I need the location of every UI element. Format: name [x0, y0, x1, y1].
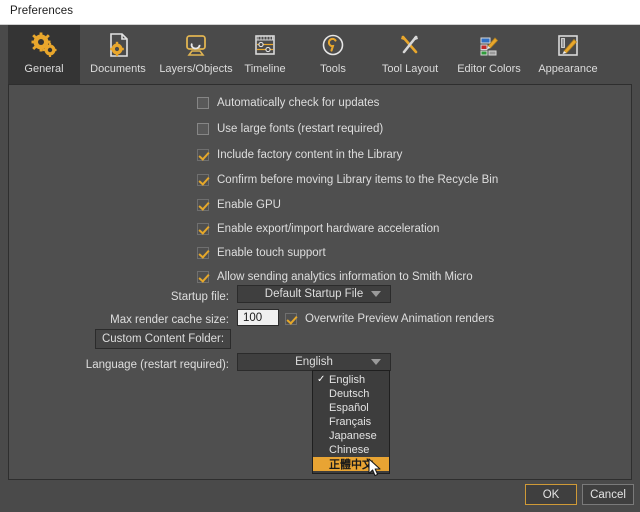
tab-appearance[interactable]: Appearance [530, 25, 606, 84]
language-label: Language (restart required): [85, 359, 229, 371]
checkbox-overwrite-preview[interactable] [285, 313, 297, 325]
checkbox-large-fonts[interactable] [197, 123, 209, 135]
cancel-button-label: Cancel [590, 488, 626, 501]
chevron-down-icon [371, 359, 381, 365]
dropdown-option-english[interactable]: English [313, 373, 389, 387]
checkbox-label: Enable touch support [217, 247, 326, 259]
checkbox-row-touch-support[interactable]: Enable touch support [197, 245, 326, 261]
dropdown-option-espanol[interactable]: Español [313, 401, 389, 415]
tab-label: General [24, 63, 64, 75]
document-gear-icon [103, 31, 133, 60]
dropdown-option-label: Français [329, 416, 372, 428]
dropdown-option-deutsch[interactable]: Deutsch [313, 387, 389, 401]
checkbox-row-factory-content[interactable]: Include factory content in the Library [197, 147, 402, 163]
ok-button-label: OK [542, 488, 560, 501]
checkbox-hw-accel[interactable] [197, 223, 209, 235]
checkbox-row-auto-update[interactable]: Automatically check for updates [197, 95, 379, 111]
dropdown-option-label: 正體中文 [329, 459, 373, 471]
tab-timeline[interactable]: Timeline [236, 25, 294, 84]
cancel-button[interactable]: Cancel [582, 484, 634, 505]
wrench-circle-icon [318, 31, 348, 60]
tab-label: Tool Layout [381, 63, 439, 75]
tab-label: Timeline [244, 63, 286, 75]
checkbox-analytics[interactable] [197, 271, 209, 283]
checkbox-touch-support[interactable] [197, 247, 209, 259]
dropdown-option-label: Japanese [329, 430, 377, 442]
dropdown-option-chinese[interactable]: Chinese [313, 443, 389, 457]
tab-label: Editor Colors [457, 63, 521, 75]
dropdown-option-label: English [329, 374, 366, 386]
ok-button[interactable]: OK [525, 484, 577, 505]
checkbox-row-overwrite-preview[interactable]: Overwrite Preview Animation renders [285, 311, 494, 327]
custom-content-folder-button[interactable]: Custom Content Folder: [95, 329, 231, 349]
tab-label: Appearance [538, 63, 598, 75]
checkbox-enable-gpu[interactable] [197, 199, 209, 211]
window-title: Preferences [10, 5, 74, 17]
startup-file-combo[interactable]: Default Startup File [237, 285, 391, 303]
preferences-tabstrip: General Documents Layers/Objects Timelin… [0, 25, 640, 84]
preferences-window: Preferences General Documents Layers/Obj… [0, 0, 640, 512]
checkbox-label: Enable export/import hardware accelerati… [217, 223, 440, 235]
checkbox-row-confirm-recycle[interactable]: Confirm before moving Library items to t… [197, 172, 498, 188]
checkbox-label: Use large fonts (restart required) [217, 123, 384, 135]
checkbox-label: Allow sending analytics information to S… [217, 271, 473, 283]
tab-editor-colors[interactable]: Editor Colors [448, 25, 530, 84]
window-titlebar: Preferences [0, 0, 640, 25]
language-value: English [295, 356, 333, 368]
tab-label: Tools [320, 63, 346, 75]
checkbox-auto-update[interactable] [197, 97, 209, 109]
gears-icon [29, 31, 59, 60]
checkbox-label: Include factory content in the Library [217, 149, 403, 161]
checkbox-row-analytics[interactable]: Allow sending analytics information to S… [197, 269, 473, 285]
chevron-down-icon [371, 291, 381, 297]
startup-file-value: Default Startup File [264, 288, 364, 300]
checkbox-label: Enable GPU [217, 199, 281, 211]
dropdown-option-label: Español [329, 402, 369, 414]
checkbox-label: Confirm before moving Library items to t… [217, 174, 499, 186]
dropdown-option-francais[interactable]: Français [313, 415, 389, 429]
startup-file-label: Startup file: [170, 291, 229, 303]
appearance-brush-icon [553, 31, 583, 60]
checkbox-label: Overwrite Preview Animation renders [305, 313, 495, 325]
color-swatch-pencil-icon [474, 31, 504, 60]
dropdown-option-label: Chinese [329, 444, 370, 456]
tab-documents[interactable]: Documents [82, 25, 154, 84]
checkbox-row-enable-gpu[interactable]: Enable GPU [197, 197, 281, 213]
dropdown-option-traditional-chinese[interactable]: 正體中文 [313, 457, 389, 471]
language-combo[interactable]: English [237, 353, 391, 371]
custom-content-folder-label: Custom Content Folder: [101, 333, 225, 345]
checkbox-confirm-recycle[interactable] [197, 174, 209, 186]
max-render-cache-input[interactable]: 100 [237, 309, 279, 326]
language-dropdown-popup[interactable]: English Deutsch Español Français Japanes… [312, 370, 390, 474]
tab-layers-objects[interactable]: Layers/Objects [156, 25, 236, 84]
tab-label: Layers/Objects [159, 63, 233, 75]
dropdown-option-japanese[interactable]: Japanese [313, 429, 389, 443]
tab-general[interactable]: General [8, 25, 80, 84]
tab-label: Documents [90, 63, 146, 75]
checkbox-label: Automatically check for updates [217, 97, 380, 109]
tab-tool-layout[interactable]: Tool Layout [372, 25, 448, 84]
checkbox-row-hw-accel[interactable]: Enable export/import hardware accelerati… [197, 221, 439, 237]
layers-objects-icon [181, 31, 211, 60]
max-render-cache-label: Max render cache size: [110, 314, 229, 326]
checkbox-factory-content[interactable] [197, 149, 209, 161]
timeline-icon [250, 31, 280, 60]
checkbox-row-large-fonts[interactable]: Use large fonts (restart required) [197, 121, 383, 137]
tools-cross-icon [395, 31, 425, 60]
dropdown-option-label: Deutsch [329, 388, 370, 400]
tab-tools[interactable]: Tools [304, 25, 362, 84]
